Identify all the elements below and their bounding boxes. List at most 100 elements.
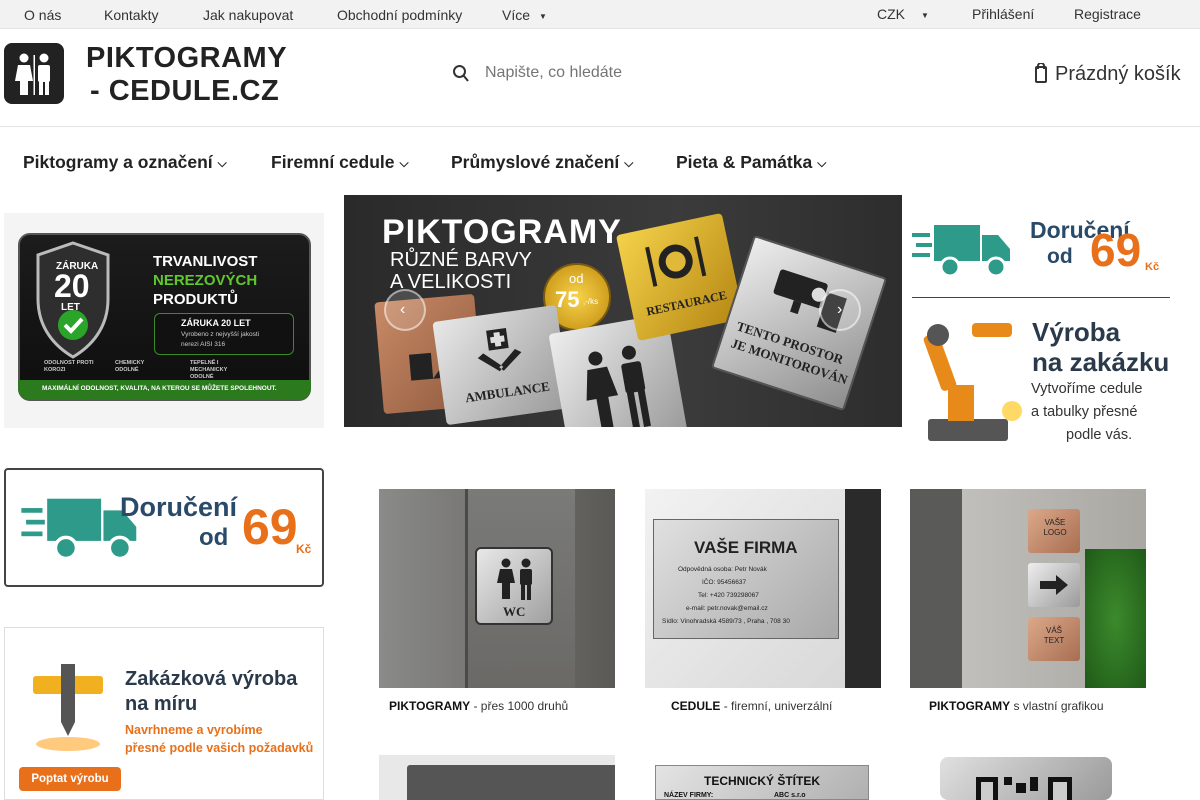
caret-down-icon: ▼ — [539, 12, 547, 21]
register-link[interactable]: Registrace — [1074, 6, 1141, 22]
currency-selector[interactable]: CZK ▼ — [877, 6, 929, 22]
price-unit: ,-/ks — [583, 297, 599, 306]
sign-line: Odpovědná osoba: Petr Novák — [678, 566, 767, 573]
chevron-down-icon: ⌵ — [217, 156, 227, 170]
hero-subtitle1: RŮZNÉ BARVY — [390, 249, 532, 271]
text-sign: VÁŠ TEXT — [1028, 617, 1080, 661]
tech-label-plate: TECHNICKÝ ŠTÍTEK NÁZEV FIRMY: ABC s.r.o — [655, 765, 869, 800]
sign-line: Tel: +420 739298067 — [698, 592, 759, 599]
custom-title2: na zakázku — [1032, 347, 1170, 377]
category-image: VAŠE LOGO VÁŠ TEXT — [910, 489, 1146, 688]
logo-text-line1: PIKTOGRAMY — [86, 42, 288, 74]
category-caption: PIKTOGRAMY - přes 1000 druhů — [389, 699, 568, 713]
cart-icon — [1035, 62, 1047, 89]
custom-text3: podle vás. — [1066, 427, 1133, 443]
plant-image — [1085, 549, 1146, 688]
top-bar: O nás Kontakty Jak nakupovat Obchodní po… — [0, 0, 1200, 29]
category-card-door[interactable] — [379, 755, 615, 800]
banner-footer-text: MAXIMÁLNÍ ODOLNOST, KVALITA, NA KTEROU S… — [42, 385, 277, 392]
delivery-price: 69 — [1090, 224, 1142, 276]
custom-order-banner[interactable]: Zakázková výroba na míru Navrhneme a vyr… — [4, 627, 324, 800]
caption-bold: PIKTOGRAMY — [389, 699, 471, 713]
slider-prev-button[interactable]: ‹ — [384, 289, 426, 331]
nav-item-memorial[interactable]: Pieta & Památka ⌵ — [676, 152, 826, 173]
wc-sign: WC — [475, 547, 553, 625]
slider-next-button[interactable]: › — [819, 289, 861, 331]
caret-down-icon: ▼ — [921, 11, 929, 20]
caption-rest: - firemní, univerzální — [723, 699, 833, 713]
cart-link[interactable]: Prázdný košík — [1035, 62, 1181, 89]
custom-production-banner[interactable]: Doručení od 69 Kč Výroba na zakázku Vytv… — [902, 195, 1181, 473]
sign-line: IČO: 95456637 — [702, 579, 747, 586]
login-link[interactable]: Přihlášení — [972, 6, 1034, 22]
warranty-title: ZÁRUKA 20 LET — [181, 318, 251, 328]
category-caption: CEDULE - firemní, univerzální — [671, 699, 832, 713]
search-input[interactable] — [485, 61, 745, 85]
feature-thermal: TEPELNĚ I MECHANICKY ODOLNÉ — [190, 360, 228, 380]
robot-arm-icon — [923, 323, 1022, 441]
top-link-about[interactable]: O nás — [24, 7, 61, 23]
currency-label: CZK — [877, 6, 905, 22]
sign-ambulance: AMBULANCE — [432, 304, 571, 426]
category-card-pictograms[interactable]: WC PIKTOGRAMY - přes 1000 druhů — [379, 489, 615, 719]
category-card-signs[interactable]: VAŠE FIRMA Odpovědná osoba: Petr Novák I… — [645, 489, 881, 719]
category-card-tech-labels[interactable]: TECHNICKÝ ŠTÍTEK NÁZEV FIRMY: ABC s.r.o — [645, 755, 881, 800]
nav-label: Průmyslové značení — [451, 152, 620, 172]
nav-item-company-signs[interactable]: Firemní cedule ⌵ — [271, 152, 409, 173]
more-label: Více — [502, 7, 531, 23]
custom2-text1: Navrhneme a vyrobíme — [125, 723, 263, 737]
restroom-icon — [586, 345, 651, 427]
nav-label: Pieta & Památka — [676, 152, 813, 172]
sign-title: VAŠE FIRMA — [694, 538, 798, 557]
warranty-box: ZÁRUKA 20 LET Vyrobeno z nejvyšší jakost… — [154, 313, 294, 355]
delivery-price: 69 — [242, 499, 298, 555]
logo-text-line2: - CEDULE.CZ — [90, 75, 280, 107]
category-card-qr[interactable] — [910, 755, 1146, 800]
hero-title: PIKTOGRAMY — [382, 213, 622, 251]
chevron-down-icon: ⌵ — [399, 156, 409, 170]
durability-line1: TRVANLIVOST — [153, 253, 258, 270]
nav-item-pictograms[interactable]: Piktogramy a označení ⌵ — [23, 152, 227, 173]
delivery-currency: Kč — [296, 542, 312, 556]
sign-line: Sídlo: Vinohradská 4589/73 , Praha , 708… — [662, 618, 790, 625]
feature-chemical: CHEMICKY ODOLNÉ — [115, 360, 145, 373]
arrow-right-icon — [1040, 575, 1068, 595]
site-logo[interactable]: PIKTOGRAMY - CEDULE.CZ — [4, 43, 287, 107]
first-aid-icon — [477, 328, 522, 372]
price-value: 75 — [555, 287, 580, 312]
delivery-banner[interactable]: Doručení od 69 Kč — [4, 468, 324, 587]
logo-sign-label: VAŠE LOGO — [1043, 518, 1067, 537]
nav-item-industrial[interactable]: Průmyslové značení ⌵ — [451, 152, 633, 173]
sign-camera: TENTO PROSTOR JE MONITOROVÁN — [710, 234, 888, 412]
badge-bottom-text: LET — [61, 302, 80, 313]
door-frame-image — [407, 765, 615, 800]
search-box[interactable] — [452, 61, 752, 91]
category-image: VAŠE FIRMA Odpovědná osoba: Petr Novák I… — [645, 489, 881, 688]
tech-label-row-value: ABC s.r.o — [774, 792, 806, 799]
chevron-down-icon: ⌵ — [624, 156, 634, 170]
custom-title1: Výroba — [1032, 317, 1121, 347]
feature-corrosion: ODOLNOST PROTI KOROZI — [44, 360, 94, 373]
caption-rest: - přes 1000 druhů — [473, 699, 569, 713]
sign-ambulance-label: AMBULANCE — [464, 378, 551, 406]
wc-sign-label: WC — [503, 604, 526, 619]
chevron-right-icon: › — [837, 301, 843, 318]
badge-number: 20 — [54, 268, 90, 304]
divider — [912, 297, 1170, 298]
category-card-custom-graphics[interactable]: VAŠE LOGO VÁŠ TEXT PIKTOGRAMY s vlastní … — [910, 489, 1146, 719]
custom-text1: Vytvoříme cedule — [1031, 381, 1143, 397]
cart-label: Prázdný košík — [1055, 63, 1181, 85]
custom2-title1: Zakázková výroba — [125, 668, 298, 690]
sign-restaurant-label: RESTAURACE — [645, 287, 728, 319]
request-production-button[interactable]: Poptat výrobu — [19, 767, 121, 791]
top-link-contacts[interactable]: Kontakty — [104, 7, 158, 23]
top-link-more[interactable]: Více ▼ — [502, 7, 547, 23]
durability-banner[interactable]: ZÁRUKA 20 LET TRVANLIVOST NEREZOVÝCH PRO… — [4, 213, 324, 428]
top-link-terms[interactable]: Obchodní podmínky — [337, 7, 462, 23]
truck-icon — [912, 225, 1010, 278]
top-link-how-to-buy[interactable]: Jak nakupovat — [203, 7, 293, 23]
wall-edge — [910, 489, 962, 688]
custom-text2: a tabulky přesné — [1031, 404, 1138, 420]
delivery-currency: Kč — [1145, 261, 1160, 273]
chevron-down-icon: ⌵ — [817, 156, 827, 170]
